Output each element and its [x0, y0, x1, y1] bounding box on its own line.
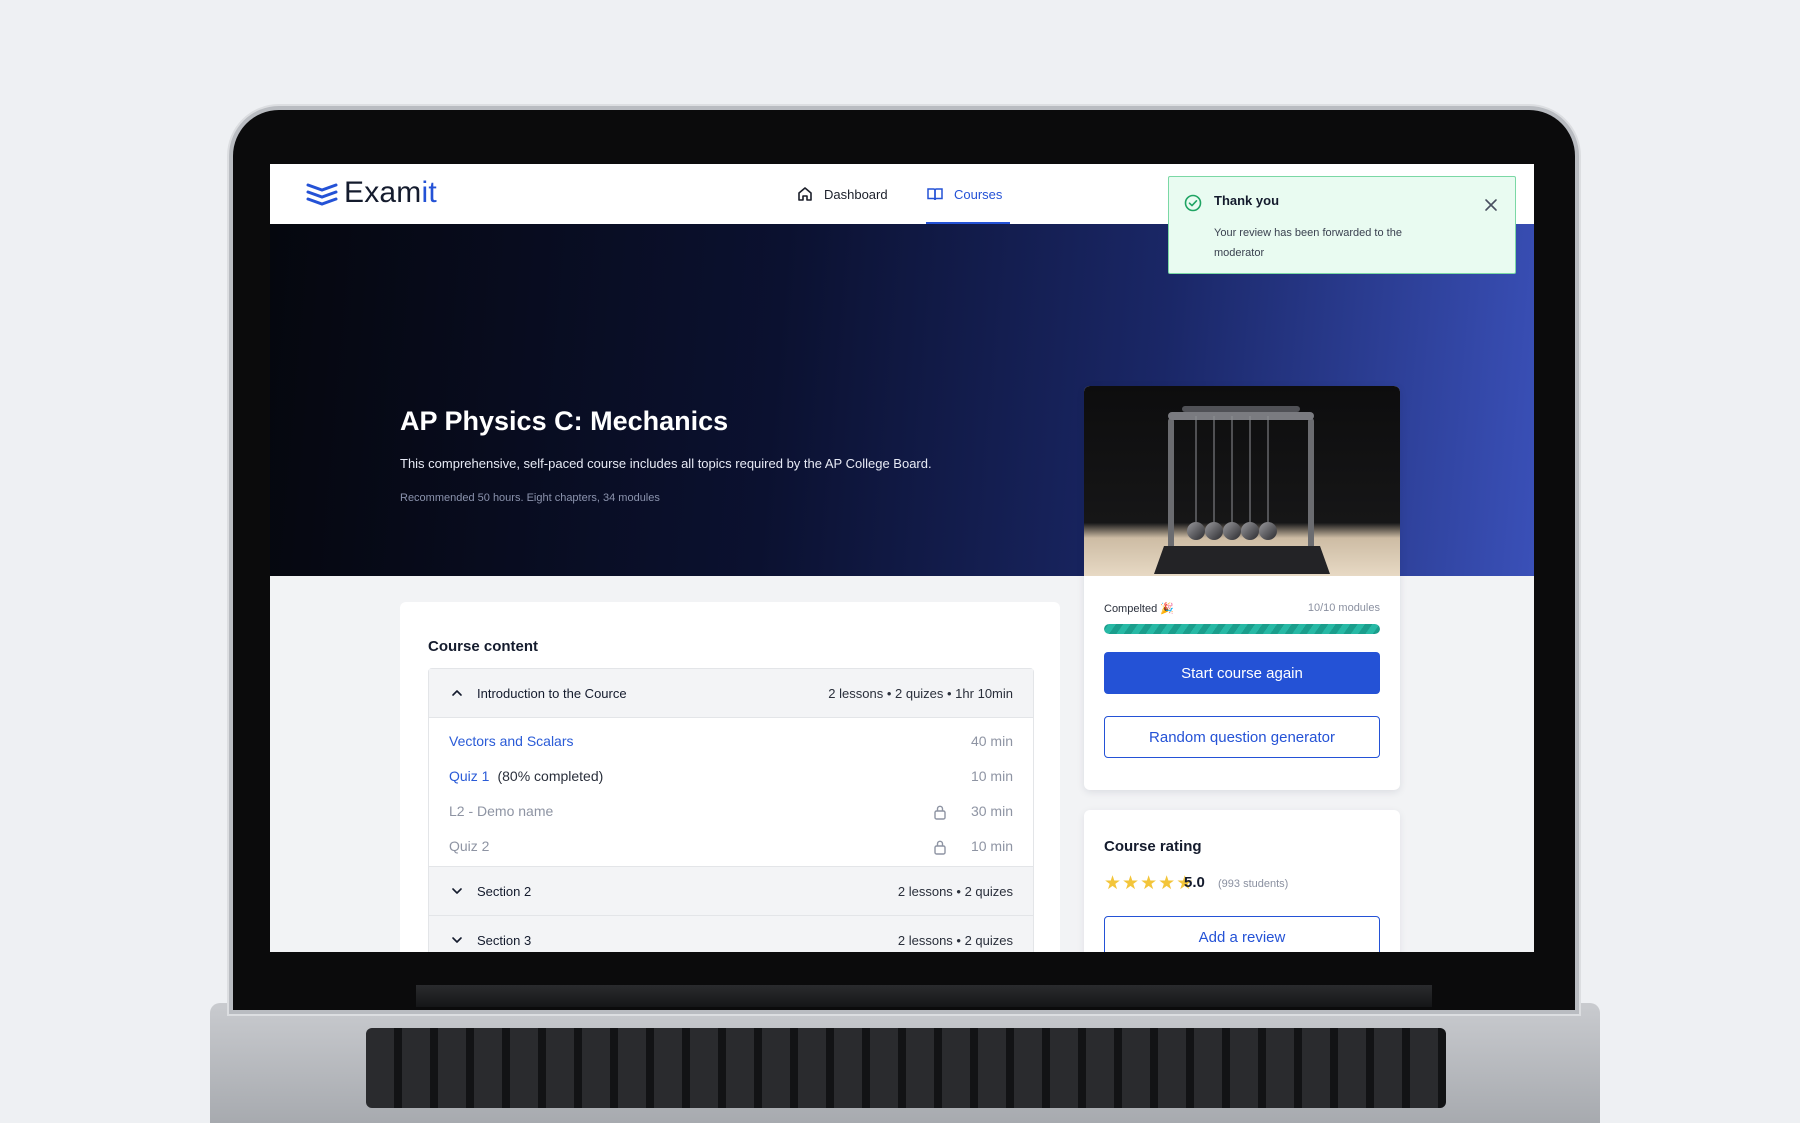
- lesson-title: Quiz 2: [449, 838, 490, 854]
- lock-icon: [934, 840, 946, 855]
- progress-count: 10/10 modules: [1307, 602, 1380, 614]
- progress-bar: [1104, 624, 1380, 634]
- section-meta: 2 lessons • 2 quizes: [897, 883, 1013, 899]
- laptop-hinge: [416, 985, 1432, 1007]
- section-name: Section 2: [477, 883, 532, 899]
- star-icon: ★: [1122, 873, 1140, 894]
- lesson-name: L2 - Demo name: [449, 803, 553, 819]
- section-meta: 2 lessons • 2 quizes: [897, 932, 1013, 948]
- add-review-button[interactable]: Add a review: [1104, 916, 1380, 952]
- star-icon: ★: [1158, 873, 1176, 894]
- lesson-list: Vectors and Scalars 40 min Quiz 1 (80% comp…: [429, 718, 1033, 867]
- chevron-down-icon: [452, 888, 462, 894]
- app-logo[interactable]: Examit: [306, 176, 437, 210]
- progress-label: Compelted 🎉: [1104, 603, 1174, 615]
- lesson-name: Quiz 1 (80% completed): [449, 768, 603, 784]
- rating-students-count: (993 students): [1218, 878, 1289, 890]
- rating-score: 5.0: [1184, 874, 1205, 891]
- home-icon: [798, 187, 812, 201]
- course-content-card: Course content Introduction to the Courc…: [400, 602, 1060, 952]
- nav-courses[interactable]: Courses: [926, 164, 1002, 224]
- lesson-row: Quiz 2 10 min: [429, 829, 1033, 864]
- lesson-row[interactable]: Quiz 1 (80% completed) 10 min: [429, 759, 1033, 794]
- section-header[interactable]: Section 3 2 lessons • 2 quizes: [429, 916, 1033, 952]
- course-description: This comprehensive, self-paced course in…: [400, 456, 932, 471]
- book-icon: [927, 188, 943, 201]
- rating-stars: ★ ★ ★ ★ ★: [1104, 874, 1193, 894]
- lesson-progress: (80% completed): [497, 768, 604, 784]
- lesson-name: Vectors and Scalars: [449, 733, 574, 749]
- lesson-duration: 30 min: [970, 803, 1013, 819]
- nav-courses-label: Courses: [954, 186, 1003, 202]
- rating-title: Course rating: [1104, 838, 1202, 855]
- star-icon: ★: [1104, 873, 1122, 894]
- progress-bar-fill: [1104, 624, 1380, 634]
- random-question-generator-button[interactable]: Random question generator: [1104, 716, 1380, 758]
- lesson-row: L2 - Demo name 30 min: [429, 794, 1033, 829]
- section-meta: 2 lessons • 2 quizes • 1hr 10min: [828, 685, 1013, 701]
- chevron-up-icon: [452, 690, 462, 696]
- course-meta: Recommended 50 hours. Eight chapters, 34…: [400, 492, 660, 504]
- course-sections: Introduction to the Cource 2 lessons • 2 …: [428, 668, 1034, 952]
- start-course-again-button[interactable]: Start course again: [1104, 652, 1380, 694]
- lock-icon: [934, 805, 946, 820]
- lesson-title[interactable]: Vectors and Scalars: [449, 733, 574, 749]
- section-header[interactable]: Introduction to the Cource 2 lessons • 2 …: [429, 669, 1033, 718]
- lesson-duration: 10 min: [970, 768, 1013, 784]
- toast-title: Thank you: [1214, 193, 1280, 208]
- lesson-duration: 40 min: [970, 733, 1013, 749]
- lesson-duration: 10 min: [970, 838, 1013, 854]
- nav-dashboard-label: Dashboard: [824, 186, 888, 202]
- logo-wordmark: Examit: [344, 176, 437, 209]
- layers-icon: [306, 183, 338, 206]
- section-name: Section 3: [477, 932, 532, 948]
- newtons-cradle-image: [1084, 386, 1400, 576]
- course-content-title: Course content: [428, 638, 539, 655]
- success-toast: Thank you Your review has been forwarded…: [1168, 176, 1516, 274]
- lesson-row[interactable]: Vectors and Scalars 40 min: [429, 724, 1033, 759]
- lesson-name: Quiz 2: [449, 838, 489, 854]
- laptop-keyboard: [366, 1028, 1446, 1108]
- star-icon: ★: [1140, 873, 1158, 894]
- app-screen: Examit Dashboard Courses AP Physics C: M…: [270, 164, 1534, 952]
- course-progress-card: Compelted 🎉 10/10 modules Start course a…: [1084, 386, 1400, 790]
- section-header[interactable]: Section 2 2 lessons • 2 quizes: [429, 867, 1033, 916]
- course-rating-card: Course rating ★ ★ ★ ★ ★ 5.0 (993 students) A…: [1084, 810, 1400, 952]
- check-circle-icon: [1184, 194, 1202, 212]
- nav-dashboard[interactable]: Dashboard: [796, 164, 888, 224]
- lesson-title: L2 - Demo name: [449, 803, 554, 819]
- close-icon[interactable]: [1481, 195, 1501, 215]
- course-title: AP Physics C: Mechanics: [400, 406, 729, 436]
- toast-message: Your review has been forwarded to the mo…: [1214, 227, 1402, 259]
- lesson-title[interactable]: Quiz 1: [449, 768, 489, 784]
- chevron-down-icon: [452, 937, 462, 943]
- section-name: Introduction to the Cource: [477, 685, 627, 701]
